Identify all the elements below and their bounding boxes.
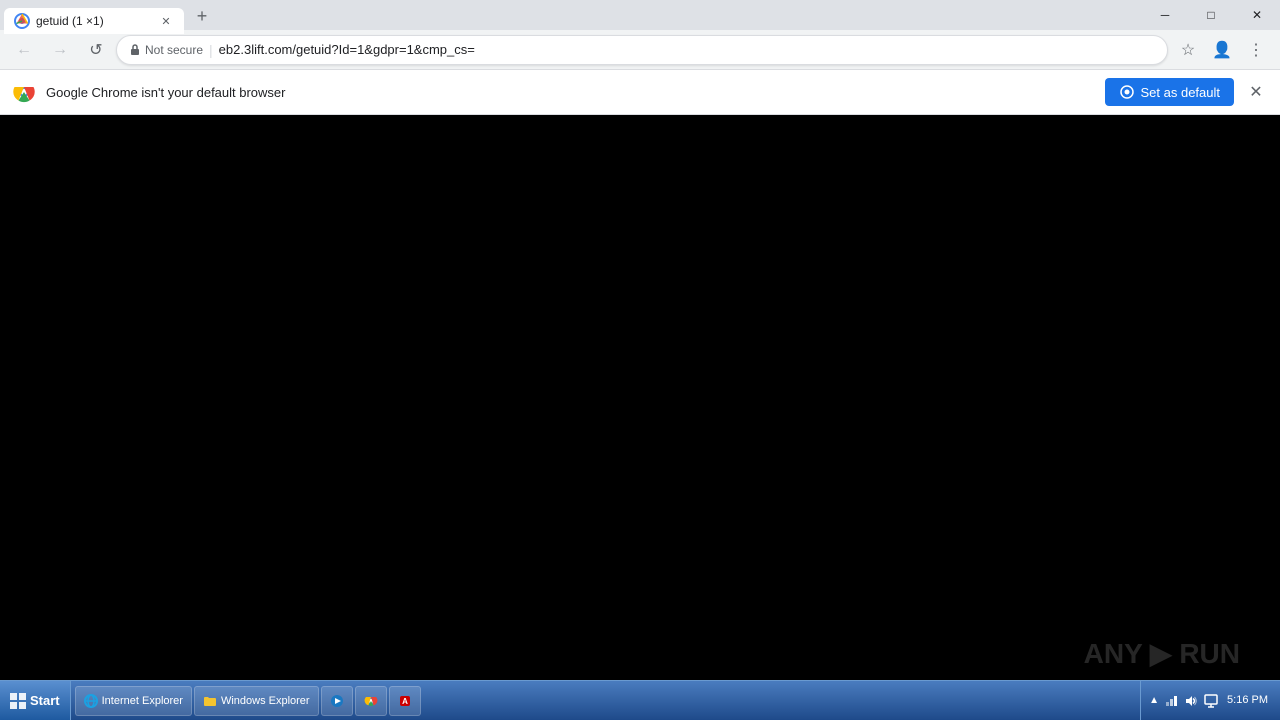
taskbar-item-app[interactable]: A [389, 686, 421, 716]
active-tab[interactable]: getuid (1 ×1) ✕ [4, 8, 184, 34]
new-tab-button[interactable]: + [188, 2, 216, 30]
tray-time-text: 5:16 PM [1227, 693, 1268, 708]
taskbar-item-explorer[interactable]: Windows Explorer [194, 686, 319, 716]
tab-favicon [14, 13, 30, 29]
start-label: Start [30, 693, 60, 708]
url-text[interactable]: eb2.3lift.com/getuid?Id=1&gdpr=1&cmp_cs= [219, 42, 1155, 57]
taskbar-tray: ▲ 5:16 PM [1140, 681, 1280, 720]
profile-button[interactable]: 👤 [1206, 34, 1238, 66]
taskbar-item-ie[interactable]: Internet Explorer [75, 686, 192, 716]
app-icon: A [398, 694, 412, 708]
window-controls: ─ □ ✕ [1142, 0, 1280, 30]
media-icon [330, 694, 344, 708]
toolbar: ← → ↺ Not secure | eb2.3lift.com/getuid?… [0, 30, 1280, 70]
taskbar-item-chrome[interactable] [355, 686, 387, 716]
set-default-label: Set as default [1141, 85, 1221, 100]
folder-icon [203, 694, 217, 708]
security-indicator: Not secure [129, 43, 203, 57]
taskbar-items: Internet Explorer Windows Explorer [71, 681, 1141, 720]
title-bar: getuid (1 ×1) ✕ + ─ □ ✕ [0, 0, 1280, 30]
page-content [0, 115, 1280, 680]
windows-icon [10, 693, 26, 709]
start-button[interactable]: Start [0, 681, 71, 720]
set-default-icon [1119, 84, 1135, 100]
toolbar-icons: ☆ 👤 ⋮ [1172, 34, 1272, 66]
close-button[interactable]: ✕ [1234, 0, 1280, 30]
address-divider: | [209, 42, 213, 58]
tab-strip: getuid (1 ×1) ✕ + [0, 0, 1142, 30]
tray-clock: 5:16 PM [1223, 693, 1272, 708]
maximize-button[interactable]: □ [1188, 0, 1234, 30]
menu-button[interactable]: ⋮ [1240, 34, 1272, 66]
set-default-button[interactable]: Set as default [1105, 78, 1235, 106]
default-browser-infobar: Google Chrome isn't your default browser… [0, 70, 1280, 115]
tray-notification-icon [1203, 693, 1219, 709]
reload-button[interactable]: ↺ [80, 34, 112, 66]
tab-title: getuid (1 ×1) [36, 14, 152, 28]
lock-icon [129, 43, 141, 56]
tab-close-button[interactable]: ✕ [158, 13, 174, 29]
tray-volume-icon [1183, 693, 1199, 709]
taskbar: Start Internet Explorer Windows Explorer [0, 680, 1280, 720]
infobar-close-button[interactable]: ✕ [1244, 80, 1268, 104]
chrome-taskbar-icon [364, 694, 378, 708]
bookmark-button[interactable]: ☆ [1172, 34, 1204, 66]
taskbar-item-media[interactable] [321, 686, 353, 716]
tray-network-icon [1163, 693, 1179, 709]
ie-label: Internet Explorer [102, 695, 183, 707]
minimize-button[interactable]: ─ [1142, 0, 1188, 30]
svg-text:A: A [402, 697, 408, 706]
address-bar[interactable]: Not secure | eb2.3lift.com/getuid?Id=1&g… [116, 35, 1168, 65]
forward-button[interactable]: → [44, 34, 76, 66]
ie-icon [84, 694, 98, 708]
back-button[interactable]: ← [8, 34, 40, 66]
chrome-logo-icon [12, 80, 36, 104]
security-label: Not secure [145, 43, 203, 57]
infobar-message: Google Chrome isn't your default browser [46, 85, 1095, 100]
show-hidden-button[interactable]: ▲ [1149, 695, 1159, 706]
explorer-label: Windows Explorer [221, 695, 310, 707]
